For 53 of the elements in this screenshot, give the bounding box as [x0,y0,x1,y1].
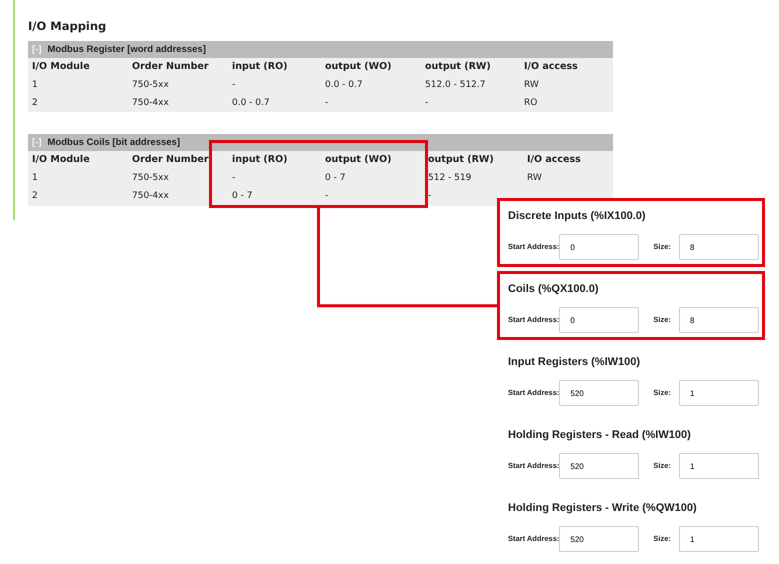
section-heading: Holding Registers - Write (%QW100) [508,501,698,514]
table-cell-text: - [428,190,432,202]
input-field[interactable]: 8 [679,234,759,260]
table-cell-text: 750-5xx [132,78,170,92]
table-title: Modbus Register [word addresses] [48,42,206,57]
column-header: output (RW) [428,153,495,168]
column-header: input (RO) [232,153,289,168]
input-field[interactable]: 1 [679,380,759,406]
table-cell-text: 750-5xx [132,172,170,184]
table-cell-text: 0.0 - 0.7 [325,78,364,92]
table-title: Modbus Coils [bit addresses] [48,136,180,150]
table-cell-text: 2 [32,190,39,202]
table-cell-text: 750-4xx [132,96,170,110]
input-field[interactable]: 520 [559,380,640,406]
input-field[interactable]: 1 [679,526,759,552]
column-header: output (WO) [325,60,392,74]
input-field[interactable]: 520 [559,453,640,479]
input-field[interactable]: 0 [559,234,640,260]
column-header: Order Number [132,60,210,74]
table-cell-text: 2 [32,96,39,110]
column-header: I/O access [527,153,582,168]
table-cell-text: 512 - 519 [428,172,472,184]
column-header: I/O Module [32,153,91,168]
table-cell-text: RW [524,78,540,92]
table-cell-text: 1 [32,78,39,92]
table-cell-text: - [232,172,236,184]
section-heading: Holding Registers - Read (%IW100) [508,428,692,441]
table-cell-text: RW [527,172,543,184]
section-title: I/O Mapping [28,18,108,35]
column-header: I/O access [524,60,579,74]
column-header: I/O Module [32,60,91,74]
input-field[interactable]: 1 [679,453,759,479]
section-heading: Input Registers (%IW100) [508,355,642,368]
table-cell-text: 0 - 7 [325,172,346,184]
column-header: Order Number [132,153,210,168]
section-heading: Coils (%QX100.0) [508,282,600,295]
table-cell-text: - [325,190,330,202]
column-header: output (RW) [425,60,492,74]
table-cell-text: 512.0 - 512.7 [425,78,486,92]
section-heading: Discrete Inputs (%IX100.0) [508,209,647,222]
table-cell-text: 0.0 - 0.7 [232,96,271,110]
table-cell-text: - [232,78,236,92]
table-cell-text: 1 [32,172,39,184]
table-cell-text: - [325,96,330,110]
column-header: input (RO) [232,60,289,74]
input-field[interactable]: 8 [679,307,759,333]
table-cell-text: - [425,96,430,110]
input-field[interactable]: 0 [559,307,640,333]
table-cell-text: 0 - 7 [232,190,254,202]
table-cell-text: RO [524,96,538,110]
input-field[interactable]: 520 [559,526,640,552]
table-cell-text: 750-4xx [132,190,170,202]
column-header: output (WO) [325,153,392,168]
